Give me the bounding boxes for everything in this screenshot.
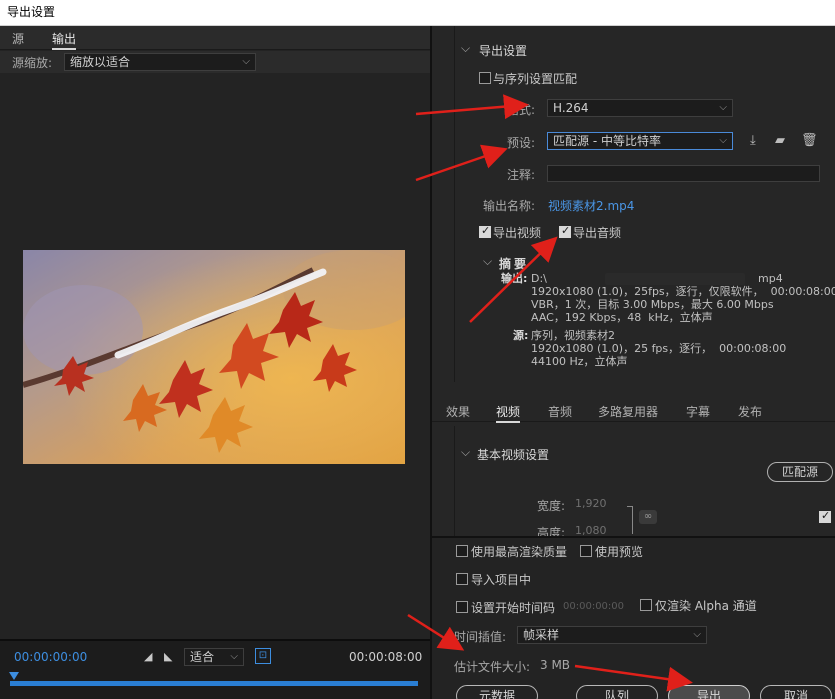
estimated-size-label: 估计文件大小: [454, 660, 531, 674]
match-sequence-checkbox[interactable] [479, 72, 491, 84]
delete-preset-icon[interactable]: 🗑 [801, 133, 818, 148]
save-preset-icon[interactable]: ⤓ [750, 133, 756, 148]
tab-publish[interactable]: 发布 [738, 403, 762, 420]
redacted-path [605, 273, 745, 285]
summary-source-line1: 序列，视频素材2 [531, 329, 615, 342]
queue-button[interactable]: 队列 [576, 685, 658, 699]
format-value: H.264 [553, 101, 589, 115]
out-point-icon[interactable]: ◣ [164, 650, 172, 663]
width-value[interactable]: 1,920 [575, 497, 607, 510]
basic-video-title: 基本视频设置 [477, 448, 550, 462]
preset-label: 预设: [507, 136, 536, 150]
summary-output-label: 输出: [501, 272, 528, 285]
chevron-down-icon: ⌵ [242, 56, 250, 67]
match-sequence-label: 与序列设置匹配 [493, 72, 578, 86]
preview-tabs: 源 输出 [0, 26, 430, 50]
time-interpolation-value: 帧采样 [523, 628, 560, 642]
end-time: 00:00:08:00 [349, 650, 423, 664]
estimated-size-value: 3 MB [540, 658, 571, 672]
tab-effects[interactable]: 效果 [446, 403, 470, 420]
in-point-icon[interactable]: ◢ [144, 650, 152, 663]
summary-source-line2: 1920x1080 (1.0)，25 fps，逐行， 00:00:08:00 [531, 342, 787, 355]
export-audio-label: 导出音频 [573, 226, 622, 240]
summary-output-line2: 1920x1080 (1.0)，25fps，逐行，仅限软件， 00:00:08:… [531, 285, 835, 298]
crop-icon[interactable]: ⊡ [255, 648, 271, 664]
summary-chevron-icon[interactable]: ⌵ [483, 254, 492, 269]
output-name-link[interactable]: 视频素材2.mp4 [548, 197, 634, 214]
summary-source-label: 源: [513, 329, 529, 342]
source-scale-value: 缩放以适合 [70, 55, 131, 69]
summary-output-line4: AAC，192 Kbps，48 kHz，立体声 [531, 311, 713, 324]
source-scale-label: 源缩放: [12, 56, 53, 70]
summary-output-path: D:\ [531, 272, 547, 285]
tab-multiplexer[interactable]: 多路复用器 [598, 403, 658, 420]
preview-frame-image [23, 250, 405, 464]
start-timecode-value[interactable]: 00:00:00:00 [563, 601, 624, 612]
set-start-timecode-checkbox[interactable] [456, 601, 468, 613]
output-name-label: 输出名称: [483, 199, 536, 213]
time-interpolation-label: 时间插值: [454, 630, 507, 644]
format-label: 格式: [507, 103, 536, 117]
use-previews-label: 使用预览 [595, 545, 644, 559]
chevron-down-icon: ⌵ [693, 629, 701, 640]
playhead-icon[interactable] [9, 672, 19, 680]
match-source-button[interactable]: 匹配源 [767, 462, 833, 482]
cancel-button[interactable]: 取消 [760, 685, 832, 699]
export-button[interactable]: 导出 [668, 685, 750, 699]
chevron-down-icon: ⌵ [230, 651, 238, 662]
time-interpolation-select[interactable]: 帧采样 ⌵ [517, 626, 707, 644]
tab-video[interactable]: 视频 [496, 403, 521, 423]
tab-audio[interactable]: 音频 [548, 403, 572, 420]
render-alpha-checkbox[interactable] [640, 599, 652, 611]
source-scale-select[interactable]: 缩放以适合 ⌵ [64, 53, 256, 71]
comment-input[interactable] [547, 165, 820, 182]
zoom-fit-select[interactable]: 适合 ⌵ [184, 648, 244, 666]
summary-title: 摘要 [499, 257, 530, 271]
export-settings-panel: ⌵ 导出设置 与序列设置匹配 格式: H.264 ⌵ 预设: 匹配源 - 中等比… [454, 26, 835, 382]
zoom-fit-value: 适合 [190, 650, 215, 664]
source-scale-row: 源缩放: 缩放以适合 ⌵ [0, 51, 430, 73]
settings-tabs: 效果 视频 音频 多路复用器 字幕 发布 [432, 400, 835, 423]
max-render-quality-checkbox[interactable] [456, 545, 468, 557]
export-video-label: 导出视频 [493, 226, 542, 240]
use-previews-checkbox[interactable] [580, 545, 592, 557]
tab-source[interactable]: 源 [12, 30, 24, 47]
summary-output-ext: mp4 [758, 272, 783, 285]
summary-output-line3: VBR，1 次，目标 3.00 Mbps，最大 6.00 Mbps [531, 298, 774, 311]
settings-pane: ⌵ 导出设置 与序列设置匹配 格式: H.264 ⌵ 预设: 匹配源 - 中等比… [430, 26, 835, 699]
tab-captions[interactable]: 字幕 [686, 403, 710, 420]
summary-source-line3: 44100 Hz，立体声 [531, 355, 628, 368]
preview-pane: 源 输出 源缩放: 缩放以适合 ⌵ 00:00:00:00 ◢ ◣ 适合 ⌵ ⊡… [0, 26, 430, 699]
window-title: 导出设置 [0, 0, 835, 26]
format-select[interactable]: H.264 ⌵ [547, 99, 733, 117]
import-into-project-checkbox[interactable] [456, 573, 468, 585]
link-bracket [627, 506, 633, 534]
set-start-timecode-label: 设置开始时间码 [471, 601, 556, 615]
link-icon[interactable]: ∞ [639, 510, 657, 524]
import-preset-icon[interactable]: ▰ [775, 133, 785, 148]
metadata-button[interactable]: 元数据 [456, 685, 538, 699]
chevron-down-icon: ⌵ [719, 135, 727, 146]
export-settings-title: 导出设置 [479, 44, 528, 58]
max-render-quality-label: 使用最高渲染质量 [471, 545, 568, 559]
import-into-project-label: 导入项目中 [471, 573, 532, 587]
export-options: 使用最高渲染质量 使用预览 导入项目中 设置开始时间码 00:00:00:00 … [432, 536, 835, 699]
current-time[interactable]: 00:00:00:00 [14, 650, 87, 664]
export-audio-checkbox[interactable] [559, 224, 571, 238]
collapse-chevron-icon[interactable]: ⌵ [461, 41, 470, 56]
preset-value: 匹配源 - 中等比特率 [553, 134, 661, 148]
timeline-bar: 00:00:00:00 ◢ ◣ 适合 ⌵ ⊡ 00:00:08:00 [0, 639, 430, 699]
width-label: 宽度: [537, 499, 566, 513]
export-video-checkbox[interactable] [479, 224, 491, 238]
match-dimensions-checkbox[interactable] [819, 509, 831, 523]
timeline-ruler[interactable] [10, 681, 418, 686]
chevron-down-icon: ⌵ [719, 102, 727, 113]
comment-label: 注释: [507, 168, 536, 182]
tab-output[interactable]: 输出 [52, 30, 77, 50]
preset-select[interactable]: 匹配源 - 中等比特率 ⌵ [547, 132, 733, 150]
collapse-chevron-icon[interactable]: ⌵ [461, 445, 470, 460]
render-alpha-label: 仅渲染 Alpha 通道 [655, 599, 757, 613]
basic-video-settings: ⌵ 基本视频设置 匹配源 宽度: 1,920 高度: 1,080 ∞ [454, 426, 835, 540]
